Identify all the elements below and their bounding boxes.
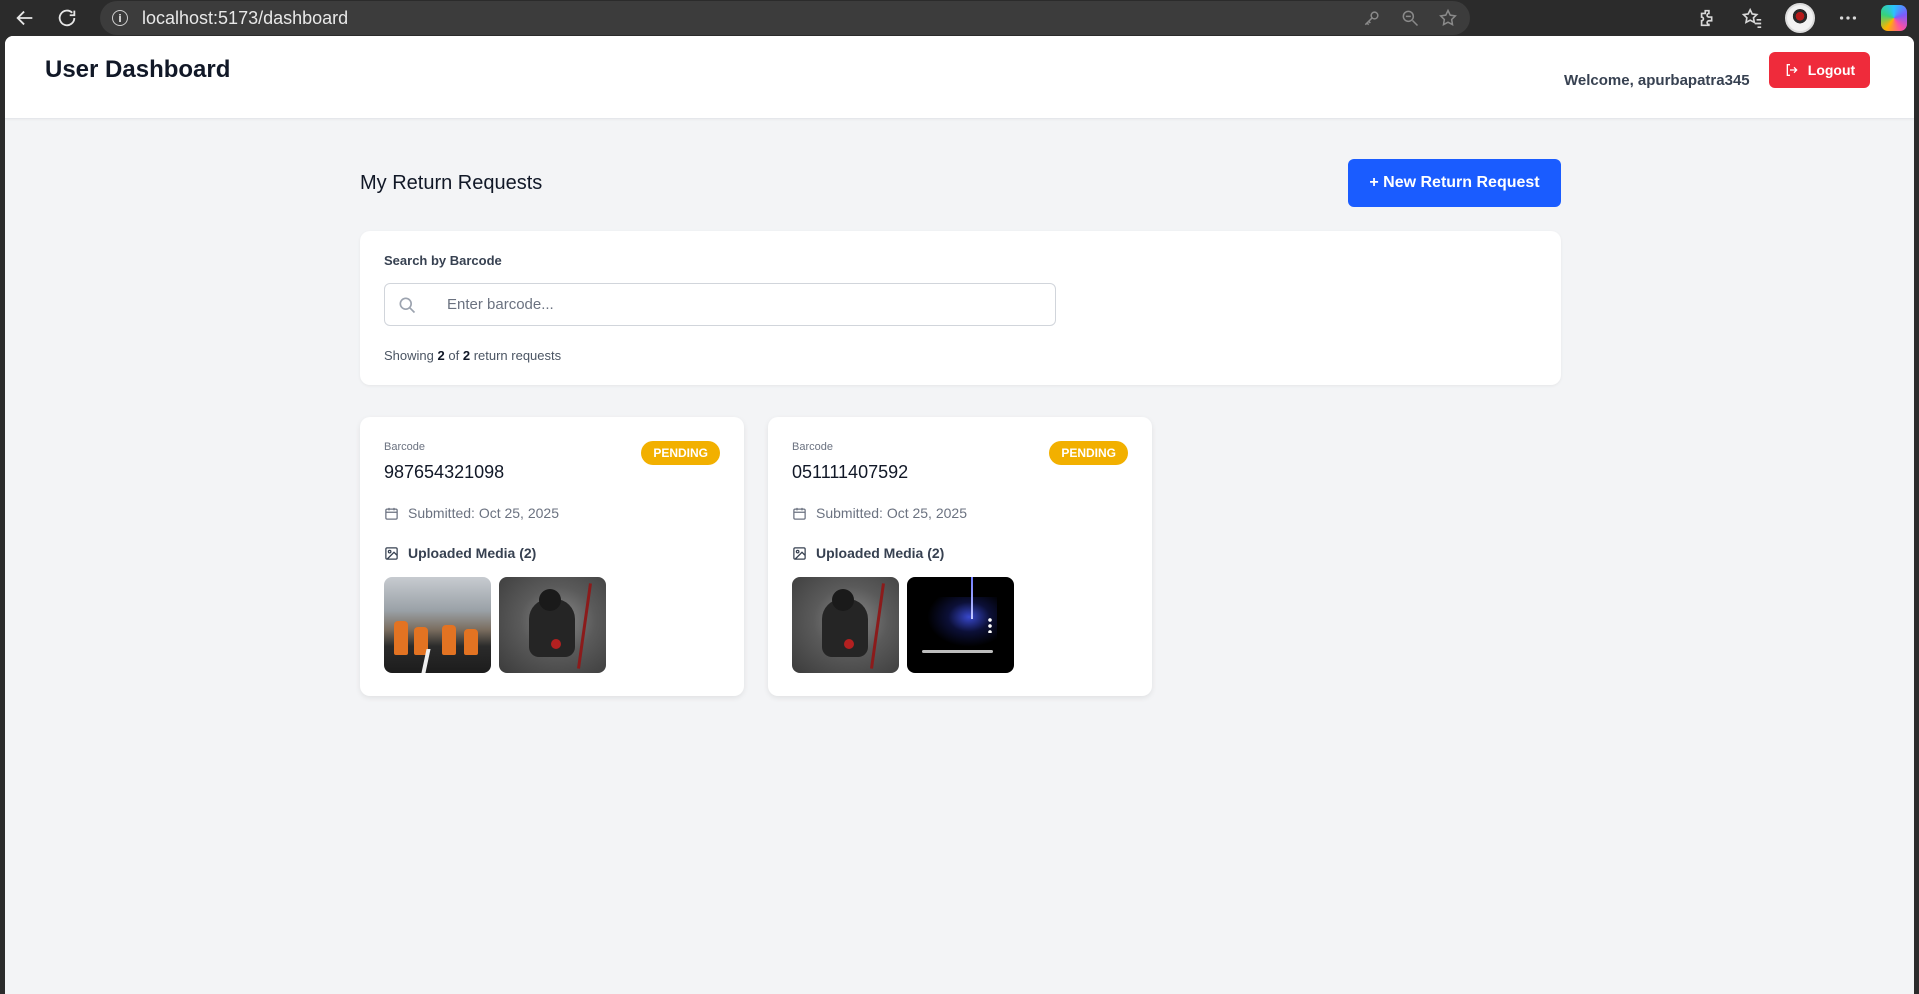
- submitted-date: Submitted: Oct 25, 2025: [384, 505, 559, 521]
- copilot-icon[interactable]: [1881, 5, 1907, 31]
- video-thumbnail[interactable]: [907, 577, 1014, 673]
- address-bar[interactable]: i localhost:5173/dashboard: [100, 1, 1470, 35]
- image-icon: [793, 546, 806, 560]
- uploaded-media-heading: Uploaded Media (2): [384, 545, 536, 561]
- return-request-card[interactable]: Barcode 987654321098 PENDING Submitted: …: [360, 417, 744, 696]
- results-suffix: return requests: [473, 348, 562, 363]
- favorites-icon[interactable]: [1741, 7, 1763, 29]
- submitted-text: Submitted: Oct 25, 2025: [816, 505, 967, 521]
- search-label: Search by Barcode: [384, 253, 502, 268]
- uploaded-media-label: Uploaded Media (2): [816, 545, 945, 561]
- barcode-value: 051111407592: [792, 462, 909, 482]
- barcode-search-input[interactable]: [447, 296, 1007, 313]
- page-title: User Dashboard: [45, 56, 231, 83]
- site-info-icon[interactable]: i: [112, 10, 128, 26]
- samurai-image[interactable]: [499, 577, 606, 673]
- media-thumbnails: [384, 577, 606, 673]
- welcome-text: Welcome, apurbapatra345: [1564, 72, 1750, 89]
- media-thumbnails: [792, 577, 1014, 673]
- logout-icon: [1786, 64, 1798, 76]
- video-menu-icon[interactable]: [988, 617, 992, 633]
- logout-button[interactable]: Logout: [1769, 52, 1870, 88]
- arrow-left-icon: [16, 10, 33, 26]
- barcode-label: Barcode: [384, 441, 425, 453]
- dashboard-page: User Dashboard Welcome, apurbapatra345 L…: [5, 36, 1914, 994]
- extensions-icon[interactable]: [1697, 7, 1719, 29]
- uploaded-media-heading: Uploaded Media (2): [792, 545, 944, 561]
- reload-button[interactable]: [50, 1, 84, 35]
- submitted-text: Submitted: Oct 25, 2025: [408, 505, 559, 521]
- favorite-star-icon[interactable]: [1438, 8, 1458, 28]
- new-return-request-button[interactable]: + New Return Request: [1348, 159, 1561, 207]
- browser-toolbar: i localhost:5173/dashboard: [0, 0, 1919, 36]
- samurai-image[interactable]: [792, 577, 899, 673]
- calendar-icon: [793, 507, 806, 520]
- showing-prefix: Showing: [384, 348, 434, 363]
- street-workers-image[interactable]: [384, 577, 491, 673]
- shown-count: 2: [437, 348, 445, 363]
- profile-avatar[interactable]: [1785, 3, 1815, 33]
- status-badge: PENDING: [641, 441, 720, 465]
- uploaded-media-label: Uploaded Media (2): [408, 545, 537, 561]
- section-title: My Return Requests: [360, 172, 543, 194]
- zoom-out-icon[interactable]: [1400, 8, 1420, 28]
- search-field[interactable]: [384, 283, 1056, 326]
- search-icon: [399, 297, 416, 313]
- submitted-date: Submitted: Oct 25, 2025: [792, 505, 967, 521]
- back-button[interactable]: [8, 1, 42, 35]
- of-text: of: [448, 348, 460, 363]
- return-request-card[interactable]: Barcode 051111407592 PENDING Submitted: …: [768, 417, 1152, 696]
- address-url[interactable]: localhost:5173/dashboard: [142, 8, 348, 29]
- search-panel: Search by Barcode Showing 2 of 2 return …: [360, 231, 1561, 385]
- barcode-label: Barcode: [792, 441, 833, 453]
- key-icon[interactable]: [1362, 8, 1382, 28]
- top-navbar: User Dashboard Welcome, apurbapatra345 L…: [5, 36, 1914, 119]
- calendar-icon: [385, 507, 398, 520]
- more-options-icon[interactable]: [1837, 7, 1859, 29]
- video-progress-bar[interactable]: [922, 650, 993, 653]
- barcode-value: 987654321098: [384, 462, 505, 482]
- total-count: 2: [462, 348, 471, 363]
- reload-icon: [58, 9, 76, 27]
- image-icon: [385, 546, 398, 560]
- results-count: Showing 2 of 2 return requests: [384, 348, 561, 363]
- logout-label: Logout: [1807, 62, 1856, 78]
- status-badge: PENDING: [1049, 441, 1128, 465]
